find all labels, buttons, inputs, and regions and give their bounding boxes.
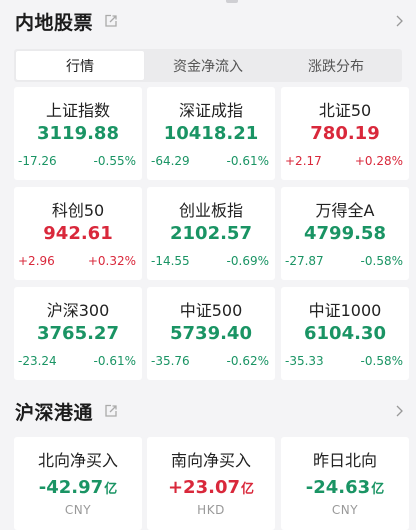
index-change-row: -14.55 -0.69% — [147, 254, 275, 268]
index-change: -17.26 — [18, 154, 57, 168]
flow-unit: 亿 — [241, 482, 255, 497]
index-price: 10418.21 — [163, 123, 259, 144]
index-price: 942.61 — [43, 223, 113, 244]
index-card-csi1000[interactable]: 中证1000 6104.30 -35.33 -0.58% — [281, 287, 409, 380]
share-out-icon[interactable] — [104, 14, 118, 28]
index-card-sse[interactable]: 上证指数 3119.88 -17.26 -0.55% — [14, 87, 142, 180]
flow-currency: CNY — [331, 503, 359, 517]
flow-currency: HKD — [197, 503, 225, 517]
flow-card-yesterday-northbound[interactable]: 昨日北向 -24.63亿 CNY — [281, 437, 409, 530]
index-price: 780.19 — [310, 123, 380, 144]
index-change-row: -27.87 -0.58% — [281, 254, 409, 268]
index-change-row: -17.26 -0.55% — [14, 154, 142, 168]
index-price: 3765.27 — [37, 323, 119, 344]
index-change-pct: +0.32% — [87, 254, 136, 268]
index-change-pct: -0.61% — [93, 354, 136, 368]
flow-name: 昨日北向 — [312, 451, 377, 470]
stock-connect-header[interactable]: 沪深港通 — [0, 396, 416, 426]
flow-value-row: -42.97亿 — [14, 477, 142, 498]
chevron-right-icon[interactable] — [394, 14, 406, 28]
top-indicator — [226, 0, 238, 3]
index-card-chinext[interactable]: 创业板指 2102.57 -14.55 -0.69% — [147, 187, 275, 280]
tab-quotes[interactable]: 行情 — [16, 51, 144, 80]
index-card-wind-a[interactable]: 万得全A 4799.58 -27.87 -0.58% — [281, 187, 409, 280]
index-card-csi500[interactable]: 中证500 5739.40 -35.76 -0.62% — [147, 287, 275, 380]
flow-unit: 亿 — [104, 482, 118, 497]
index-card-bse50[interactable]: 北证50 780.19 +2.17 +0.28% — [281, 87, 409, 180]
section-title: 内地股票 — [15, 11, 94, 34]
index-change: -35.76 — [151, 354, 190, 368]
index-change-pct: -0.55% — [93, 154, 136, 168]
index-change-pct: -0.61% — [226, 154, 269, 168]
index-card-star50[interactable]: 科创50 942.61 +2.96 +0.32% — [14, 187, 142, 280]
tab-distribution[interactable]: 涨跌分布 — [272, 51, 400, 80]
index-name: 科创50 — [51, 201, 105, 220]
index-card-csi300[interactable]: 沪深300 3765.27 -23.24 -0.61% — [14, 287, 142, 380]
index-change-pct: -0.58% — [360, 254, 403, 268]
index-name: 上证指数 — [45, 101, 110, 120]
tab-net-inflow[interactable]: 资金净流入 — [144, 51, 272, 80]
index-change-pct: +0.28% — [354, 154, 403, 168]
flow-value: +23.07 — [167, 477, 240, 498]
index-price: 4799.58 — [304, 223, 386, 244]
index-change-row: -64.29 -0.61% — [147, 154, 275, 168]
index-price: 5739.40 — [170, 323, 252, 344]
flow-value-row: -24.63亿 — [281, 477, 409, 498]
index-change-row: -35.76 -0.62% — [147, 354, 275, 368]
index-name: 创业板指 — [178, 201, 243, 220]
index-change: -23.24 — [18, 354, 57, 368]
flow-name: 南向净买入 — [170, 451, 251, 470]
index-card-szse[interactable]: 深证成指 10418.21 -64.29 -0.61% — [147, 87, 275, 180]
index-change-pct: -0.69% — [226, 254, 269, 268]
index-name: 中证1000 — [308, 301, 382, 320]
flow-value-row: +23.07亿 — [147, 477, 275, 498]
share-out-icon[interactable] — [104, 404, 118, 418]
index-change-row: -23.24 -0.61% — [14, 354, 142, 368]
index-change: +2.96 — [18, 254, 55, 268]
index-change: -64.29 — [151, 154, 190, 168]
flow-name: 北向净买入 — [37, 451, 118, 470]
index-price: 2102.57 — [170, 223, 252, 244]
flow-value: -42.97 — [38, 477, 104, 498]
index-change: -14.55 — [151, 254, 190, 268]
index-price: 6104.30 — [304, 323, 386, 344]
index-change-row: +2.17 +0.28% — [281, 154, 409, 168]
index-change: +2.17 — [285, 154, 322, 168]
index-change-pct: -0.62% — [226, 354, 269, 368]
flow-unit: 亿 — [371, 482, 385, 497]
index-change: -35.33 — [285, 354, 324, 368]
index-name: 北证50 — [318, 101, 372, 120]
mainland-stocks-header[interactable]: 内地股票 — [0, 6, 416, 36]
index-change-pct: -0.58% — [360, 354, 403, 368]
flow-currency: CNY — [64, 503, 92, 517]
index-name: 沪深300 — [46, 301, 110, 320]
index-name: 中证500 — [179, 301, 243, 320]
flow-card-northbound[interactable]: 北向净买入 -42.97亿 CNY — [14, 437, 142, 530]
index-name: 深证成指 — [178, 101, 243, 120]
index-name: 万得全A — [315, 201, 375, 220]
market-tabs: 行情 资金净流入 涨跌分布 — [14, 49, 402, 82]
flow-value: -24.63 — [305, 477, 371, 498]
index-price: 3119.88 — [37, 123, 119, 144]
index-change-row: +2.96 +0.32% — [14, 254, 142, 268]
index-change-row: -35.33 -0.58% — [281, 354, 409, 368]
section-title: 沪深港通 — [15, 401, 94, 424]
flow-card-southbound[interactable]: 南向净买入 +23.07亿 HKD — [147, 437, 275, 530]
index-change: -27.87 — [285, 254, 324, 268]
chevron-right-icon[interactable] — [394, 404, 406, 418]
